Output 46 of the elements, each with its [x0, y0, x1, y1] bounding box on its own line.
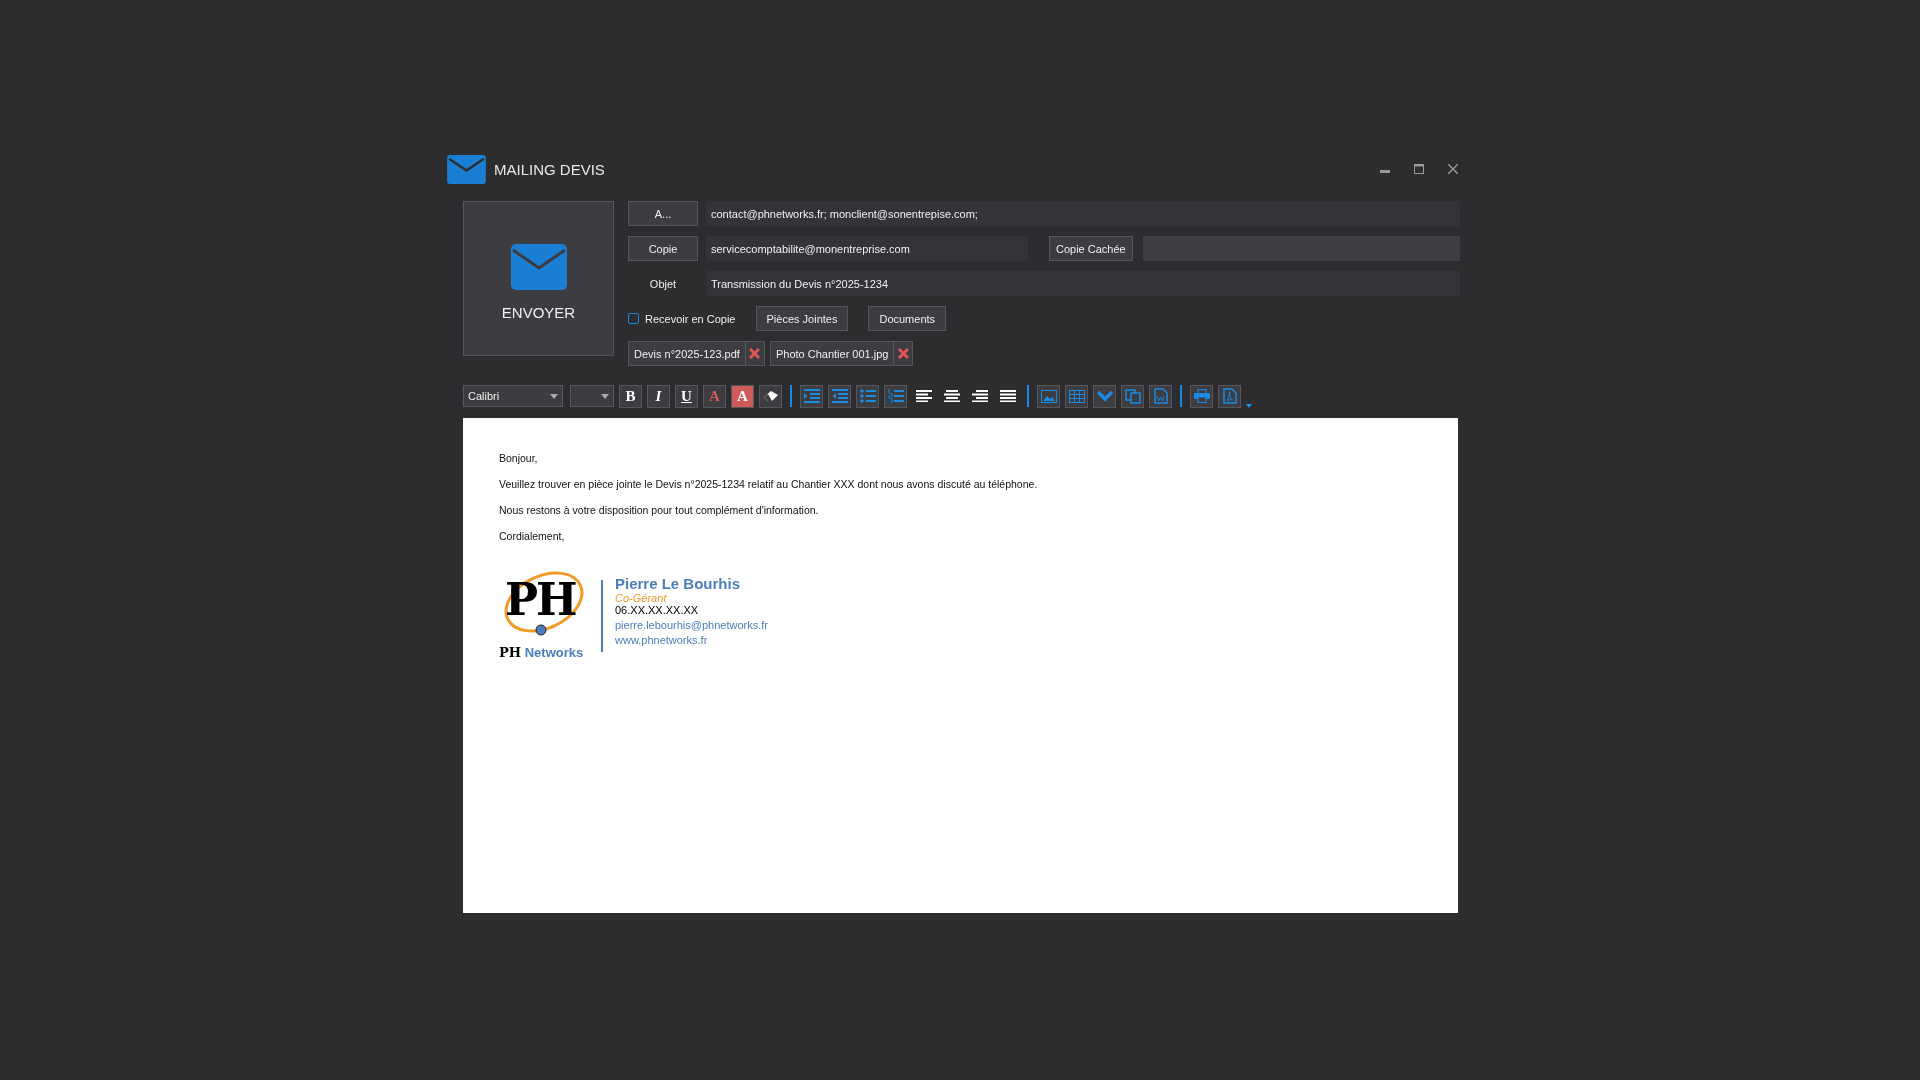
bcc-button[interactable]: Copie Cachée [1049, 236, 1133, 261]
overflow-caret-icon[interactable] [1246, 404, 1252, 408]
subject-field[interactable]: Transmission du Devis n°2025-1234 [706, 271, 1460, 296]
to-field[interactable]: contact@phnetworks.fr; monclient@sonentrepise.com; [706, 201, 1460, 226]
checkbox[interactable] [628, 313, 639, 324]
numbered-list-icon[interactable] [884, 384, 907, 408]
format-button[interactable]: B [619, 384, 642, 408]
subject-label: Objet [648, 277, 678, 290]
signature-phone: 06.XX.XX.XX.XX [615, 604, 700, 616]
font-dropdown[interactable]: Calibri [463, 385, 563, 407]
format-button[interactable]: A [731, 384, 754, 408]
image-icon[interactable] [1037, 384, 1060, 408]
to-button[interactable]: A... [628, 201, 698, 226]
envelope-icon [510, 244, 567, 290]
print-icon[interactable] [1190, 384, 1213, 408]
body-paragraph: Cordialement, [499, 530, 566, 542]
close-icon[interactable] [1448, 164, 1458, 174]
envelope-icon [447, 154, 486, 184]
send-button[interactable]: ENVOYER [463, 201, 614, 356]
signature-role: Co-Gérant [615, 592, 668, 604]
minimize-icon[interactable] [1380, 170, 1390, 174]
action-button[interactable]: Documents [868, 306, 947, 331]
copy-icon[interactable] [1121, 384, 1144, 408]
format-button[interactable]: I [647, 384, 670, 408]
format-button[interactable]: U [675, 384, 698, 408]
signature-name: Pierre Le Bourhis [615, 575, 742, 592]
chevron-down-icon[interactable] [1093, 384, 1116, 408]
cc-button[interactable]: Copie [628, 236, 698, 261]
outdent-icon[interactable] [828, 384, 851, 408]
checkbox-label: Recevoir en Copie [645, 312, 736, 325]
bullet-list-icon[interactable] [856, 384, 879, 408]
table-icon[interactable] [1065, 384, 1088, 408]
body-paragraph: Bonjour, [499, 452, 539, 464]
body-paragraph: Nous restons à votre disposition pour tout complément d'information. [499, 504, 820, 516]
body-paragraph: Veuillez trouver en pièce jointe le Devis n°2025-1234 relatif au Chantier XXX dont nous avons discuté au téléphone. [499, 478, 1039, 490]
website-link[interactable]: www.phnetworks.fr [615, 634, 768, 646]
window-title: MAILING DEVIS [494, 160, 605, 178]
cc-field[interactable]: servicecomptabilite@monentreprise.com [706, 236, 1028, 261]
email-link[interactable]: pierre.lebourhis@phnetworks.fr [615, 619, 768, 631]
size-dropdown[interactable] [570, 385, 614, 407]
document-icon[interactable] [1149, 384, 1172, 408]
action-button[interactable]: Pièces Jointes [755, 306, 849, 331]
indent-icon[interactable] [800, 384, 823, 408]
pdf-icon[interactable] [1218, 384, 1241, 408]
eraser-icon[interactable] [759, 384, 782, 408]
maximize-icon[interactable] [1414, 164, 1424, 174]
